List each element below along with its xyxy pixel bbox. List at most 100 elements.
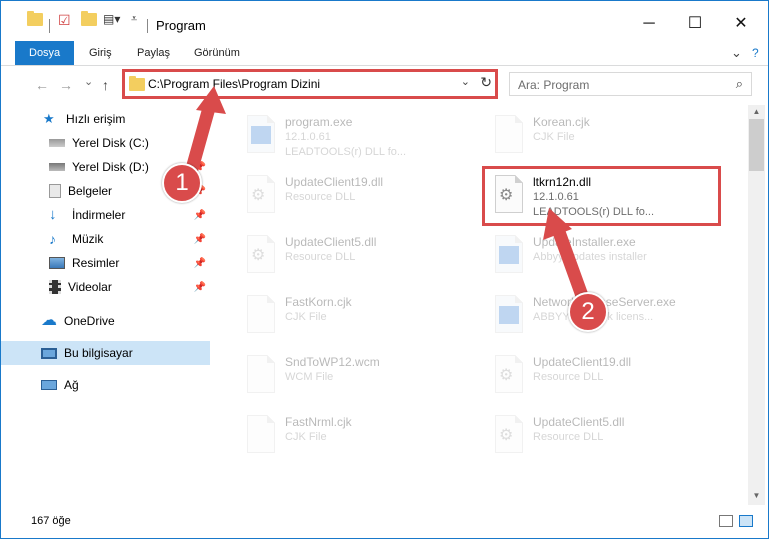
drive-icon	[49, 139, 65, 147]
sidebar-item-label: Müzik	[72, 232, 104, 246]
sidebar-item-label: Belgeler	[68, 184, 113, 198]
file-name: UpdateClient5.dll	[285, 235, 377, 249]
scroll-down-icon[interactable]: ▼	[748, 491, 765, 500]
cloud-icon: ☁	[41, 312, 57, 329]
up-button[interactable]: ↑	[102, 77, 109, 93]
file-item[interactable]: UpdateInstaller.exe Abbyy updates instal…	[485, 231, 725, 287]
minimize-button[interactable]: ─	[626, 9, 672, 39]
address-highlight	[122, 69, 498, 99]
file-name: UpdateClient19.dll	[533, 355, 632, 369]
sidebar-item-label: Yerel Disk (C:)	[72, 136, 149, 150]
pin-icon: 📌	[193, 233, 206, 245]
maximize-button[interactable]: ☐	[672, 9, 718, 39]
file-detail: Resource DLL	[285, 191, 356, 203]
file-item[interactable]: program.exe 12.1.0.61 LEADTOOLS(r) DLL f…	[237, 111, 477, 167]
pin-icon: 📌	[193, 257, 206, 269]
help-icon[interactable]: ?	[752, 41, 759, 65]
sidebar-item-label: İndirmeler	[72, 208, 126, 222]
folder-icon	[27, 11, 43, 26]
tab-file[interactable]: Dosya	[15, 41, 75, 65]
star-icon: ★	[43, 111, 55, 126]
file-name: FastNrml.cjk	[285, 415, 352, 429]
file-icon	[247, 415, 275, 453]
sidebar-item-label: Hızlı erişim	[66, 112, 126, 126]
file-detail: WCM File	[285, 371, 334, 383]
sidebar-item-label: Yerel Disk (D:)	[72, 160, 149, 174]
sidebar-item-onedrive[interactable]: ☁ OneDrive	[1, 309, 210, 333]
close-button[interactable]: ✕	[718, 9, 764, 39]
drive-icon	[49, 163, 65, 171]
network-icon	[41, 380, 57, 390]
pin-icon: 📌	[193, 209, 206, 221]
file-detail: Resource DLL	[533, 431, 604, 443]
documents-icon	[49, 184, 61, 198]
sidebar-item-network[interactable]: Ağ	[1, 373, 210, 397]
sidebar-item-quick-access[interactable]: ★ Hızlı erişim	[1, 107, 210, 131]
file-item[interactable]: Korean.cjk CJK File	[485, 111, 725, 167]
new-folder-icon[interactable]	[81, 11, 97, 26]
sidebar-item-pictures[interactable]: Resimler 📌	[1, 251, 210, 275]
vertical-scrollbar[interactable]: ▲ ▼	[748, 105, 765, 505]
ribbon-expand-icon[interactable]: ⌄	[731, 41, 742, 65]
tab-view[interactable]: Görünüm	[194, 41, 240, 65]
file-detail: CJK File	[533, 131, 575, 143]
annotation-badge-2: 2	[568, 292, 608, 332]
customize-toolbar-icon[interactable]: ▤▾	[103, 12, 120, 26]
file-highlight	[482, 166, 721, 226]
properties-icon[interactable]: ☑	[58, 12, 71, 29]
exe-icon	[495, 235, 523, 273]
file-item[interactable]: FastKorn.cjk CJK File	[237, 291, 477, 347]
back-button[interactable]: ←	[35, 77, 49, 93]
sidebar-item-music[interactable]: ♪ Müzik 📌	[1, 227, 210, 251]
pin-icon: 📌	[193, 137, 206, 149]
file-name: program.exe	[285, 115, 353, 129]
details-view-icon[interactable]	[719, 515, 733, 527]
sidebar-item-downloads[interactable]: ↓ İndirmeler 📌	[1, 203, 210, 227]
sidebar-item-this-pc[interactable]: Bu bilgisayar	[1, 341, 210, 365]
exe-icon	[247, 115, 275, 153]
dll-icon	[247, 235, 275, 273]
sidebar-item-label: OneDrive	[64, 314, 115, 328]
search-icon[interactable]: ⌕	[736, 76, 743, 92]
file-name: FastKorn.cjk	[285, 295, 352, 309]
annotation-badge-1: 1	[162, 163, 202, 203]
ribbon-tabs: Dosya Giriş Paylaş Görünüm ⌄ ?	[1, 41, 768, 65]
sidebar-item-videos[interactable]: Videolar 📌	[1, 275, 210, 299]
file-item[interactable]: UpdateClient5.dll Resource DLL	[485, 411, 725, 467]
file-icon	[495, 115, 523, 153]
file-detail: Resource DLL	[533, 371, 604, 383]
file-icon	[247, 295, 275, 333]
status-bar: 167 öğe	[1, 505, 768, 538]
sidebar-item-label: Videolar	[68, 280, 112, 294]
large-icons-view-icon[interactable]	[739, 515, 753, 527]
scroll-up-icon[interactable]: ▲	[748, 107, 765, 116]
file-item[interactable]: SndToWP12.wcm WCM File	[237, 351, 477, 407]
file-detail: Abbyy updates installer	[533, 251, 647, 263]
file-detail: CJK File	[285, 431, 327, 443]
exe-icon	[495, 295, 523, 333]
file-detail: LEADTOOLS(r) DLL fo...	[285, 146, 407, 158]
sidebar-item-local-disk-c[interactable]: Yerel Disk (C:) 📌	[1, 131, 210, 155]
search-input[interactable]: Ara: Program	[518, 78, 589, 92]
tab-home[interactable]: Giriş	[89, 41, 112, 65]
file-icon	[247, 355, 275, 393]
search-box[interactable]: Ara: Program ⌕	[509, 72, 752, 96]
dll-icon	[495, 415, 523, 453]
file-name: SndToWP12.wcm	[285, 355, 380, 369]
file-item[interactable]: FastNrml.cjk CJK File	[237, 411, 477, 467]
divider	[147, 19, 148, 33]
file-item[interactable]: UpdateClient19.dll Resource DLL	[237, 171, 477, 227]
scroll-thumb[interactable]	[749, 119, 764, 171]
recent-locations-icon[interactable]: ⌄	[84, 75, 93, 88]
music-icon: ♪	[49, 231, 56, 247]
forward-button[interactable]: →	[59, 77, 73, 93]
file-item[interactable]: UpdateClient19.dll Resource DLL	[485, 351, 725, 407]
dll-icon	[495, 355, 523, 393]
item-count: 167 öğe	[31, 515, 71, 527]
quick-access-menu-icon[interactable]: ⩡	[131, 13, 137, 26]
divider	[49, 19, 50, 33]
explorer-window: ☑ ▤▾ ⩡ Program ─ ☐ ✕ Dosya Giriş Paylaş …	[0, 0, 769, 539]
file-item[interactable]: UpdateClient5.dll Resource DLL	[237, 231, 477, 287]
sidebar-item-label: Resimler	[72, 256, 120, 270]
tab-share[interactable]: Paylaş	[137, 41, 170, 65]
